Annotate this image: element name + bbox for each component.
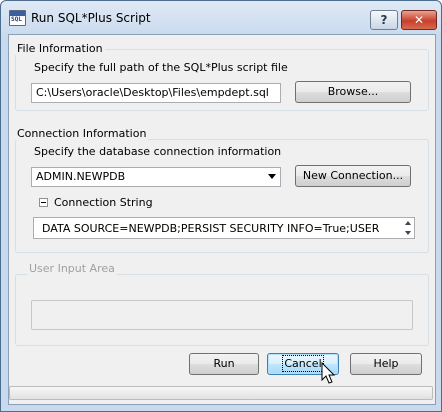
new-connection-label: New Connection... xyxy=(302,169,404,182)
dialog-client-area: File Information Specify the full path o… xyxy=(8,34,436,405)
connection-select[interactable]: ADMIN.NEWPDB xyxy=(31,167,281,187)
help-button-label: Help xyxy=(373,357,399,370)
file-path-instruction: Specify the full path of the SQL*Plus sc… xyxy=(34,61,288,74)
connection-instruction: Specify the database connection informat… xyxy=(34,145,282,158)
title-help-button[interactable]: ? xyxy=(370,10,398,30)
new-connection-button[interactable]: New Connection... xyxy=(295,165,411,187)
mouse-pointer-icon xyxy=(321,362,336,384)
connection-select-value: ADMIN.NEWPDB xyxy=(36,170,126,183)
chevron-down-icon xyxy=(268,174,276,179)
user-input-label: User Input Area xyxy=(27,262,117,275)
run-button[interactable]: Run xyxy=(189,353,259,375)
sqlplus-app-icon: SQL xyxy=(9,10,26,26)
connection-string-label: Connection String xyxy=(54,196,153,209)
script-path-input[interactable]: C:\Users\oracle\Desktop\Files\empdept.sq… xyxy=(31,83,281,103)
scroll-down-icon[interactable] xyxy=(405,231,411,235)
cancel-button-label: Cancel xyxy=(282,355,324,372)
user-input-field xyxy=(31,300,413,330)
connection-information-label: Connection Information xyxy=(15,127,149,140)
browse-button[interactable]: Browse... xyxy=(295,81,411,103)
close-window-button[interactable]: ✕ xyxy=(401,10,437,30)
window-title: Run SQL*Plus Script xyxy=(31,11,151,25)
run-button-label: Run xyxy=(213,357,235,370)
collapse-connection-string-icon[interactable] xyxy=(39,198,48,207)
title-bar[interactable]: SQL Run SQL*Plus Script ? ✕ xyxy=(1,1,441,35)
browse-button-label: Browse... xyxy=(327,85,379,98)
progress-bar xyxy=(9,386,433,400)
help-button[interactable]: Help xyxy=(350,353,422,375)
dialog-window: SQL Run SQL*Plus Script ? ✕ File Informa… xyxy=(0,0,442,412)
file-information-label: File Information xyxy=(15,42,105,55)
scroll-up-icon[interactable] xyxy=(405,221,411,225)
connection-string-value: DATA SOURCE=NEWPDB;PERSIST SECURITY INFO… xyxy=(42,222,380,235)
connection-string-field[interactable]: DATA SOURCE=NEWPDB;PERSIST SECURITY INFO… xyxy=(33,217,415,239)
